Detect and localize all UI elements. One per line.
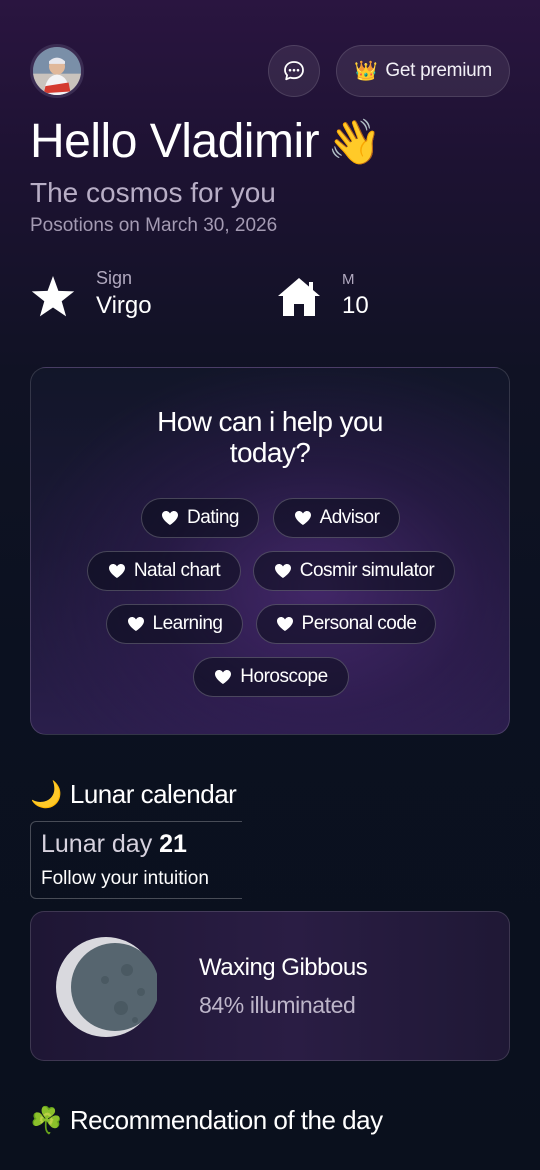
chip-cosmir-simulator[interactable]: Cosmir simulator xyxy=(253,551,455,591)
chip-label: Advisor xyxy=(319,507,380,528)
lunar-day: Lunar day 21 xyxy=(41,830,187,859)
greeting-subtitle: The cosmos for you xyxy=(30,177,276,208)
chip-dating[interactable]: Dating xyxy=(141,498,259,538)
help-card: How can i help you today? Dating Advisor… xyxy=(30,367,510,735)
heart-icon xyxy=(162,511,179,525)
moon-phase-icon xyxy=(56,937,157,1037)
chat-button[interactable] xyxy=(268,45,320,97)
lunar-tip: Follow your intuition xyxy=(41,868,209,889)
sign-label: Sign xyxy=(96,268,133,288)
lunar-day-box[interactable]: Lunar day 21 Follow your intuition xyxy=(30,821,242,899)
star-icon xyxy=(31,276,75,317)
clover-icon: ☘️ xyxy=(30,1105,62,1135)
heart-icon xyxy=(215,670,232,684)
chip-label: Natal chart xyxy=(133,560,221,581)
moon-phase-card[interactable]: Waxing Gibbous 84% illuminated xyxy=(30,911,510,1061)
moon-phase-name: Waxing Gibbous xyxy=(199,954,368,981)
house-label: M xyxy=(342,271,355,288)
crescent-moon-icon: 🌙 xyxy=(30,779,62,809)
help-title: How can i help you today? xyxy=(157,406,383,468)
heart-icon xyxy=(108,564,125,578)
chip-natal-chart[interactable]: Natal chart xyxy=(87,551,241,591)
avatar[interactable] xyxy=(30,44,84,98)
chip-label: Cosmir simulator xyxy=(299,560,435,581)
top-bar: 👑 Get premium xyxy=(30,44,510,98)
chip-personal-code[interactable]: Personal code xyxy=(256,604,436,644)
recommendation-title: Recommendation of the day xyxy=(69,1105,383,1135)
chip-advisor[interactable]: Advisor xyxy=(273,498,400,538)
chip-label: Dating xyxy=(187,507,239,528)
heart-icon xyxy=(127,617,144,631)
sign-stat[interactable]: Sign Virgo xyxy=(30,268,230,324)
get-premium-button[interactable]: 👑 Get premium xyxy=(336,45,510,97)
positions-date: Posotions on March 30, 2026 xyxy=(30,215,278,236)
avatar-photo xyxy=(33,47,81,95)
house-stat[interactable]: M 10 xyxy=(276,268,476,324)
recommendation-heading: ☘️ Recommendation of the day xyxy=(30,1105,383,1136)
lunar-calendar-title: Lunar calendar xyxy=(69,779,237,809)
chip-label: Learning xyxy=(152,613,223,634)
heart-icon xyxy=(274,564,291,578)
house-icon xyxy=(278,278,320,316)
greeting-title: Hello Vladimir 👋 xyxy=(30,114,382,169)
moon-illumination: 84% illuminated xyxy=(199,992,356,1018)
chat-bubble-icon xyxy=(284,61,304,81)
lunar-day-label: Lunar day xyxy=(41,830,153,858)
lunar-day-number: 21 xyxy=(159,830,187,858)
chip-learning[interactable]: Learning xyxy=(106,604,243,644)
chip-label: Horoscope xyxy=(240,666,328,687)
heart-icon xyxy=(294,511,311,525)
heart-icon xyxy=(276,617,293,631)
chip-label: Personal code xyxy=(301,613,417,634)
waving-hand-icon: 👋 xyxy=(327,118,382,167)
greeting-text: Hello Vladimir xyxy=(30,115,320,168)
chip-horoscope[interactable]: Horoscope xyxy=(193,657,349,697)
lunar-calendar-heading: 🌙 Lunar calendar xyxy=(30,779,237,810)
get-premium-label: Get premium xyxy=(385,60,492,81)
house-value: 10 xyxy=(342,292,369,319)
sign-value: Virgo xyxy=(96,292,152,319)
crown-icon: 👑 xyxy=(354,61,378,82)
